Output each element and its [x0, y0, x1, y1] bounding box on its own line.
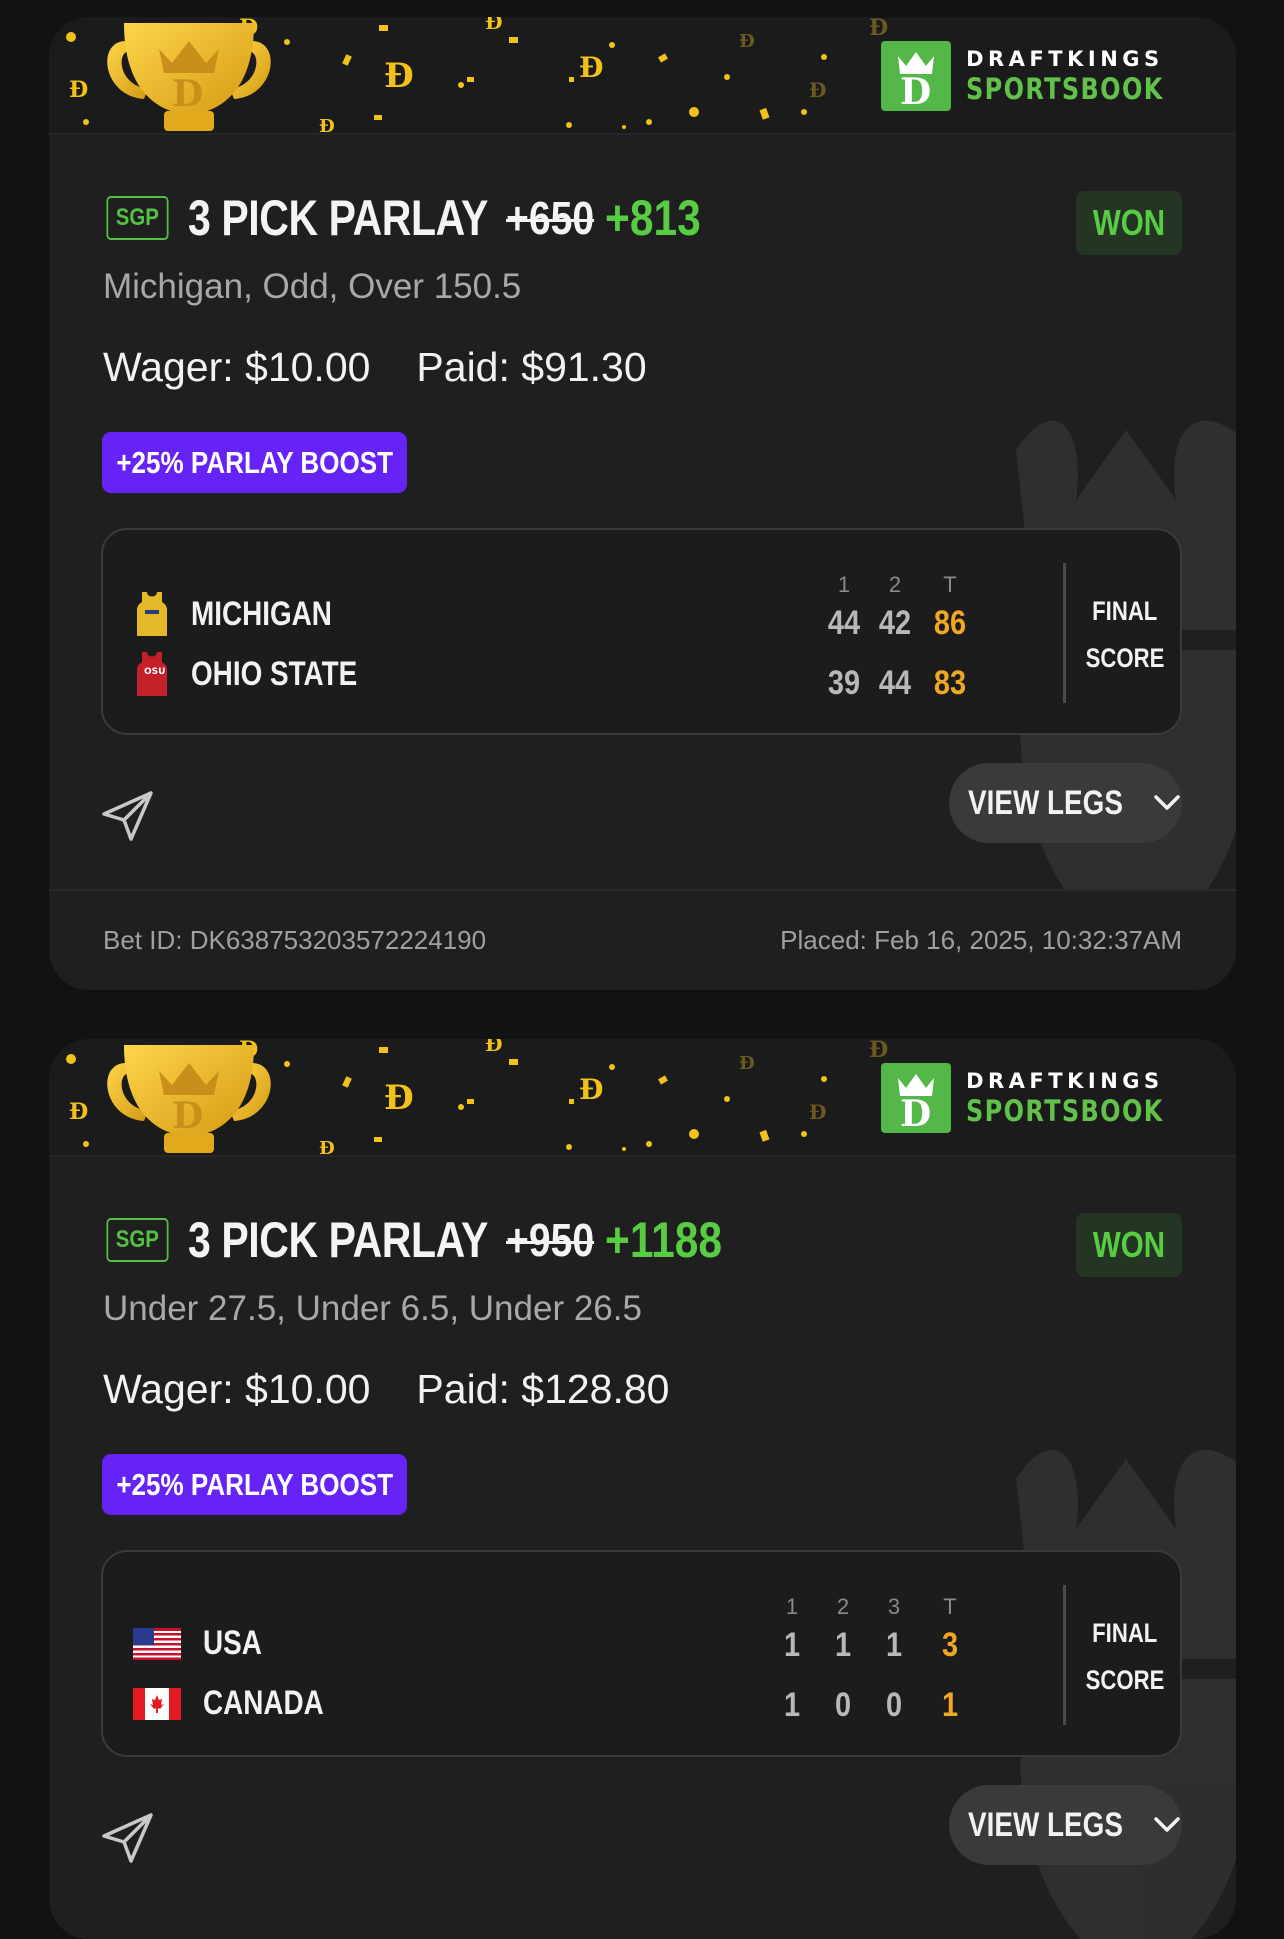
period-score: 1 — [783, 1626, 801, 1664]
svg-text:D: D — [900, 71, 931, 106]
boosted-odds: +813 — [605, 190, 701, 246]
svg-text:OSU: OSU — [144, 667, 165, 677]
final-score-label: FINAL SCORE — [1085, 1618, 1165, 1695]
share-icon[interactable] — [101, 790, 155, 842]
legs-summary: Michigan, Odd, Over 150.5 — [103, 267, 522, 306]
view-legs-button[interactable]: VIEW LEGS — [949, 1785, 1182, 1865]
svg-text:Ð: Ð — [809, 1100, 826, 1124]
period-header: 2 — [836, 1594, 850, 1619]
us-flag-icon — [133, 1627, 181, 1660]
trophy-icon: D — [107, 1045, 271, 1153]
scoreboard: 1 2 3 T USA CANADA 1 1 1 3 1 0 0 1 FINAL… — [101, 1550, 1182, 1757]
period-score: 1 — [885, 1626, 903, 1664]
team-name: USA — [203, 1624, 262, 1662]
total-score: 1 — [941, 1686, 959, 1724]
celebration-banner: Ð Ð Ð Ð Ð Ð Ð Ð Ð D — [49, 17, 1236, 135]
brand-line-2: SPORTSBOOK — [966, 1093, 1164, 1128]
chevron-down-icon — [1154, 795, 1180, 810]
final-score-label: FINAL SCORE — [1085, 596, 1165, 673]
period-score: 44 — [878, 664, 912, 702]
trophy-icon: D — [107, 23, 271, 131]
jersey-icon — [137, 592, 167, 636]
period-header: 2 — [888, 572, 902, 597]
brand-line-1: DRAFTKINGS — [966, 46, 1164, 71]
wager-amount: Wager: $10.00 — [103, 344, 371, 390]
svg-text:Ð: Ð — [485, 1039, 502, 1056]
draftkings-logo: D DRAFTKINGS SPORTSBOOK — [881, 1063, 1181, 1133]
svg-text:Ð: Ð — [69, 77, 88, 103]
dk-crown-icon: D — [881, 1063, 952, 1133]
svg-text:Ð: Ð — [579, 1073, 603, 1106]
period-score: 44 — [827, 604, 861, 642]
total-score: 83 — [933, 664, 967, 702]
svg-text:Ð: Ð — [319, 1138, 335, 1157]
period-score: 1 — [834, 1626, 852, 1664]
celebration-banner: Ð Ð Ð Ð Ð Ð Ð Ð Ð D — [49, 1039, 1236, 1157]
team-row: USA — [133, 1624, 275, 1663]
sgp-badge: SGP — [106, 196, 169, 240]
bet-footer: Bet ID: DK638753203572224190 Placed: Feb… — [49, 889, 1236, 990]
team-name: MICHIGAN — [191, 594, 332, 633]
jersey-icon: OSU — [137, 652, 167, 696]
period-header: T — [943, 572, 957, 597]
brand-line-1: DRAFTKINGS — [966, 1068, 1164, 1093]
period-score: 39 — [827, 664, 861, 702]
period-score: 42 — [878, 604, 912, 642]
parlay-boost-badge: +25% PARLAY BOOST — [102, 432, 407, 493]
status-badge: WON — [1076, 191, 1182, 255]
svg-text:D: D — [172, 73, 203, 115]
svg-text:Ð: Ð — [739, 31, 755, 52]
parlay-boost-badge: +25% PARLAY BOOST — [102, 1454, 407, 1515]
total-score: 86 — [933, 604, 967, 642]
brand-line-2: SPORTSBOOK — [966, 71, 1164, 106]
status-badge: WON — [1076, 1213, 1182, 1277]
scoreboard: 1 2 T MICHIGAN OSU OHIO STATE 44 42 86 3… — [101, 528, 1182, 735]
svg-text:Ð: Ð — [384, 56, 414, 96]
wager-amount: Wager: $10.00 — [103, 1366, 371, 1412]
period-header: T — [943, 1594, 957, 1619]
boosted-odds: +1188 — [605, 1212, 723, 1268]
chevron-down-icon — [1154, 1817, 1180, 1832]
team-row: CANADA — [133, 1684, 350, 1723]
sgp-badge: SGP — [106, 1218, 169, 1262]
team-name: OHIO STATE — [191, 654, 358, 693]
team-row: MICHIGAN — [135, 590, 363, 638]
original-odds: +950 — [505, 1214, 594, 1266]
original-odds: +650 — [505, 192, 594, 244]
period-header: 3 — [887, 1594, 901, 1619]
paid-amount: Paid: $91.30 — [416, 344, 647, 390]
svg-text:Ð: Ð — [485, 17, 502, 34]
svg-text:Ð: Ð — [869, 1039, 888, 1063]
placed-timestamp: Placed: Feb 16, 2025, 10:32:37AM — [780, 925, 1182, 955]
bet-card: Ð Ð Ð Ð Ð Ð Ð Ð Ð D — [49, 17, 1236, 990]
svg-text:D: D — [900, 1093, 931, 1128]
team-row: OSU OHIO STATE — [135, 650, 394, 698]
period-score: 0 — [885, 1686, 903, 1724]
period-score: 1 — [783, 1686, 801, 1724]
bet-id: Bet ID: DK638753203572224190 — [103, 925, 487, 955]
period-header: 1 — [785, 1594, 799, 1619]
bet-title: 3 PICK PARLAY — [187, 190, 488, 246]
svg-text:Ð: Ð — [869, 17, 888, 41]
svg-text:Ð: Ð — [809, 78, 826, 102]
svg-text:Ð: Ð — [579, 51, 603, 84]
bet-card: Ð Ð Ð Ð Ð Ð Ð Ð Ð D — [49, 1039, 1236, 1939]
canada-flag-icon — [133, 1687, 181, 1720]
total-score: 3 — [941, 1626, 959, 1664]
paid-amount: Paid: $128.80 — [416, 1366, 670, 1412]
bet-title: 3 PICK PARLAY — [187, 1212, 488, 1268]
svg-text:D: D — [172, 1095, 203, 1137]
legs-summary: Under 27.5, Under 6.5, Under 26.5 — [103, 1289, 642, 1328]
view-legs-button[interactable]: VIEW LEGS — [949, 763, 1182, 843]
svg-text:Ð: Ð — [319, 116, 335, 135]
dk-crown-icon: D — [881, 41, 952, 111]
period-header: 1 — [837, 572, 851, 597]
period-score: 0 — [834, 1686, 852, 1724]
svg-text:Ð: Ð — [739, 1053, 755, 1074]
svg-text:Ð: Ð — [384, 1078, 414, 1118]
svg-text:Ð: Ð — [69, 1099, 88, 1125]
draftkings-logo: D DRAFTKINGS SPORTSBOOK — [881, 41, 1181, 111]
share-icon[interactable] — [101, 1812, 155, 1864]
team-name: CANADA — [203, 1684, 324, 1722]
